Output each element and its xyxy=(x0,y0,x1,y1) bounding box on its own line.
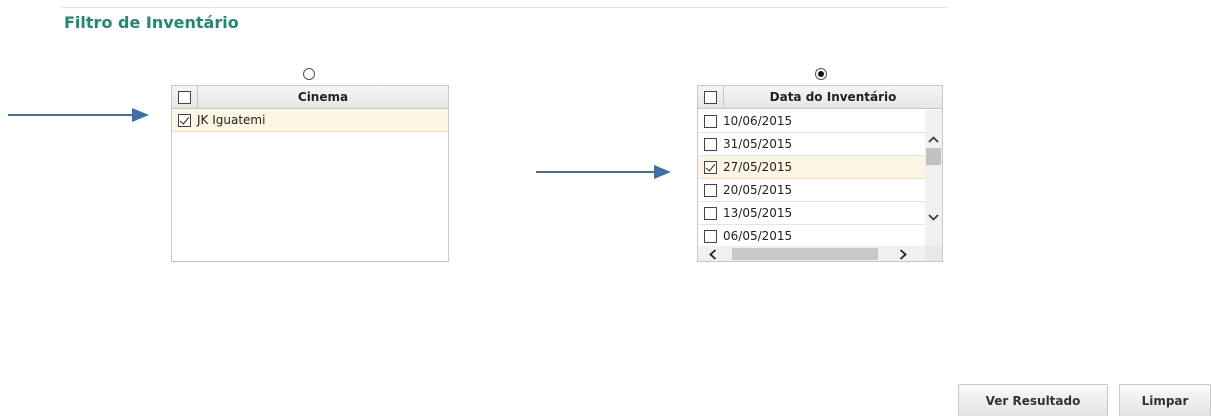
ver-resultado-button[interactable]: Ver Resultado xyxy=(958,384,1108,416)
date-grid-header: Data do Inventário xyxy=(698,86,942,109)
annotation-arrow-icon-cinema xyxy=(8,108,149,122)
chevron-left-icon[interactable] xyxy=(704,246,722,261)
row-checkbox[interactable] xyxy=(704,229,717,243)
row-checkbox[interactable] xyxy=(704,137,717,151)
table-row[interactable]: 10/06/2015 xyxy=(698,110,925,133)
row-label: 13/05/2015 xyxy=(723,206,793,220)
cinema-column-header[interactable]: Cinema xyxy=(198,86,448,108)
cinema-grid-body: JK Iguatemi xyxy=(172,109,448,132)
table-row[interactable]: 06/05/2015 xyxy=(698,225,925,246)
horizontal-scrollbar[interactable] xyxy=(698,246,925,261)
cinema-mode-radio[interactable] xyxy=(303,68,315,80)
table-row[interactable]: 27/05/2015 xyxy=(698,156,925,179)
date-grid-body: 10/06/2015 31/05/2015 27/05/2015 20/05/2015… xyxy=(698,110,925,246)
row-label: 10/06/2015 xyxy=(723,114,793,128)
date-column-header[interactable]: Data do Inventário xyxy=(724,86,942,108)
cinema-select-all-checkbox[interactable] xyxy=(178,90,191,104)
table-row[interactable]: 20/05/2015 xyxy=(698,179,925,202)
limpar-button[interactable]: Limpar xyxy=(1119,384,1211,416)
date-grid: Data do Inventário 10/06/2015 31/05/2015 2… xyxy=(697,85,943,262)
date-select-all-checkbox[interactable] xyxy=(704,90,717,104)
select-all-cell xyxy=(698,86,724,108)
row-label: JK Iguatemi xyxy=(197,113,266,127)
vertical-scrollbar[interactable] xyxy=(925,110,942,246)
chevron-up-icon[interactable] xyxy=(925,130,942,148)
table-row[interactable]: JK Iguatemi xyxy=(172,109,448,132)
scrollbar-corner xyxy=(925,246,942,261)
table-row[interactable]: 13/05/2015 xyxy=(698,202,925,225)
chevron-right-icon[interactable] xyxy=(894,246,912,261)
cinema-grid: Cinema JK Iguatemi xyxy=(171,85,449,262)
select-all-cell xyxy=(172,86,198,108)
row-checkbox[interactable] xyxy=(178,113,191,127)
row-checkbox[interactable] xyxy=(704,183,717,197)
row-label: 27/05/2015 xyxy=(723,160,793,174)
cinema-grid-header: Cinema xyxy=(172,86,448,109)
chevron-down-icon[interactable] xyxy=(925,208,942,226)
vertical-scroll-thumb[interactable] xyxy=(926,148,941,165)
row-label: 06/05/2015 xyxy=(723,229,793,243)
row-label: 31/05/2015 xyxy=(723,137,793,151)
date-mode-radio[interactable] xyxy=(815,68,827,80)
top-divider xyxy=(62,7,948,8)
horizontal-scroll-thumb[interactable] xyxy=(732,248,878,260)
filter-title: Filtro de Inventário xyxy=(64,13,239,32)
annotation-arrow-icon-date xyxy=(536,165,671,179)
row-checkbox[interactable] xyxy=(704,206,717,220)
row-checkbox[interactable] xyxy=(704,160,717,174)
row-label: 20/05/2015 xyxy=(723,183,793,197)
row-checkbox[interactable] xyxy=(704,114,717,128)
table-row[interactable]: 31/05/2015 xyxy=(698,133,925,156)
